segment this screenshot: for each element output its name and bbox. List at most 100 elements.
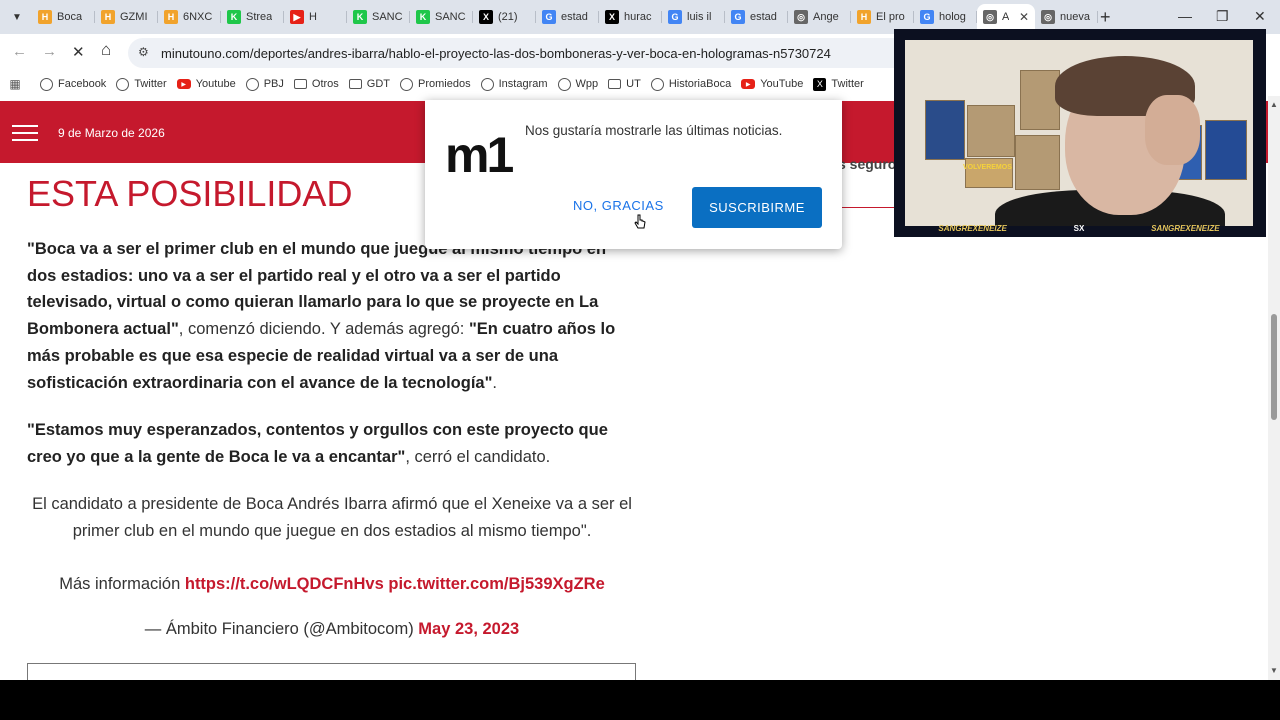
tab-title: nueva xyxy=(1060,11,1090,23)
address-bar[interactable]: ⚙ minutouno.com/deportes/andres-ibarra/h… xyxy=(128,38,1028,68)
tab-favicon-icon: G xyxy=(668,10,682,24)
browser-tab[interactable]: Gluis il xyxy=(662,4,725,30)
bookmark-item[interactable]: Facebook xyxy=(40,77,107,91)
browser-tab[interactable]: Gestad xyxy=(536,4,599,30)
browser-tab[interactable]: H El pro xyxy=(851,4,914,30)
tab-favicon-icon: X xyxy=(479,10,493,24)
x-logo-icon: X xyxy=(813,77,827,91)
tiktok-handle: SANGREXENEIZE xyxy=(1151,223,1220,233)
browser-tab[interactable]: X (21) xyxy=(473,4,536,30)
globe-icon xyxy=(116,77,130,91)
tab-favicon-icon: H xyxy=(857,10,871,24)
tab-title: H xyxy=(309,11,317,23)
bookmark-item[interactable]: HistoriaBoca xyxy=(650,77,732,91)
decline-notifications-button[interactable]: NO, GRACIAS xyxy=(573,198,664,213)
tweet-link-tco[interactable]: https://t.co/wLQDCFnHvs xyxy=(185,575,384,593)
forward-button[interactable]: → xyxy=(42,43,57,60)
browser-tab[interactable]: ◎ A ✕ xyxy=(977,4,1035,30)
tab-favicon-icon: G xyxy=(731,10,745,24)
webcam-caption-bar: SANGREXENEIZE SX SANGREXENEIZE xyxy=(905,221,1253,235)
youtube-icon: ▶ xyxy=(176,79,191,89)
browser-tab[interactable]: H Boca xyxy=(32,4,95,30)
browser-tab[interactable]: H GZMI xyxy=(95,4,158,30)
tab-favicon-icon: ◎ xyxy=(983,10,997,24)
stop-loading-button[interactable]: ✕ xyxy=(72,43,85,61)
bookmark-item[interactable]: UT xyxy=(608,78,641,90)
bookmark-label: Twitter xyxy=(831,78,864,90)
tab-title: (21) xyxy=(498,11,518,23)
globe-icon xyxy=(480,77,494,91)
bookmark-label: Instagram xyxy=(498,78,548,90)
window-close-button[interactable]: ✕ xyxy=(1254,8,1266,25)
page-scrollbar[interactable]: ▲ ▼ xyxy=(1268,96,1280,680)
site-info-icon[interactable]: ⚙ xyxy=(138,45,149,59)
minutouno-logo-text: m1 xyxy=(445,128,513,180)
new-tab-button[interactable]: + xyxy=(1100,7,1111,28)
browser-tab[interactable]: ◎ Ange xyxy=(788,4,851,30)
bookmark-label: Facebook xyxy=(58,78,107,90)
browser-tab[interactable]: K SANC xyxy=(347,4,410,30)
browser-tab[interactable]: K Strea xyxy=(221,4,284,30)
browser-tab[interactable]: H 6NXC xyxy=(158,4,221,30)
bookmark-item[interactable]: Instagram xyxy=(480,77,548,91)
browser-tab[interactable]: Gholog xyxy=(914,4,977,30)
restore-button[interactable]: ❐ xyxy=(1216,8,1229,25)
globe-icon xyxy=(557,77,571,91)
bookmark-item[interactable]: Twitter xyxy=(116,77,167,91)
tab-close-icon[interactable]: ✕ xyxy=(1019,10,1029,24)
poster-text: VOLVEREMOS xyxy=(963,164,1012,171)
tab-favicon-icon: K xyxy=(227,10,241,24)
sidebar-headline-snippet[interactable]: s seguro xyxy=(838,156,896,172)
bookmark-item[interactable]: GDT xyxy=(348,78,390,90)
globe-icon xyxy=(400,77,414,91)
minimize-button[interactable]: — xyxy=(1178,8,1192,24)
browser-tab[interactable]: K SANC xyxy=(410,4,473,30)
bookmark-item[interactable]: Promiedos xyxy=(400,77,471,91)
tab-title: A xyxy=(1002,11,1010,23)
subscribe-button[interactable]: SUSCRIBIRME xyxy=(692,187,822,228)
folder-icon xyxy=(348,79,362,89)
url-text[interactable]: minutouno.com/deportes/andres-ibarra/hab… xyxy=(161,46,831,61)
bookmark-item[interactable]: ▶ Youtube xyxy=(176,78,236,90)
tweet-more-info: Más información https://t.co/wLQDCFnHvs … xyxy=(27,571,637,598)
back-button[interactable]: ← xyxy=(12,43,27,60)
bookmark-item[interactable]: Wpp xyxy=(557,77,598,91)
menu-hamburger-icon[interactable] xyxy=(12,125,38,141)
browser-tab[interactable]: ◎ nueva xyxy=(1035,4,1098,30)
scroll-down-arrow-icon[interactable]: ▼ xyxy=(1270,666,1278,675)
tweet-more-label: Más información xyxy=(59,575,185,593)
scroll-thumb[interactable] xyxy=(1271,314,1277,420)
webcam-video: VOLVEREMOS xyxy=(905,40,1253,226)
tab-title: luis il xyxy=(687,11,712,23)
bookmark-item[interactable]: ▶ YouTube xyxy=(741,78,803,90)
browser-tab[interactable]: Xhurac xyxy=(599,4,662,30)
bookmark-label: PBJ xyxy=(263,78,284,90)
popup-message: Nos gustaría mostrarle las últimas notic… xyxy=(525,123,783,138)
tab-title: GZMI xyxy=(120,11,148,23)
browser-tab[interactable]: ▶ H xyxy=(284,4,347,30)
scroll-up-arrow-icon[interactable]: ▲ xyxy=(1270,100,1278,109)
globe-icon xyxy=(245,77,259,91)
twitter-handle: SANGREXENEIZE xyxy=(938,223,1007,233)
browser-tab[interactable]: Gestad xyxy=(725,4,788,30)
bookmark-label: Otros xyxy=(311,78,339,90)
tweet-date-link[interactable]: May 23, 2023 xyxy=(418,620,519,638)
youtube-icon: ▶ xyxy=(741,79,756,89)
tab-title: holog xyxy=(939,11,966,23)
channel-logo: SX xyxy=(1073,223,1085,233)
home-button[interactable]: ⌂ xyxy=(101,40,111,60)
minutouno-logo: m1 xyxy=(445,128,515,180)
bookmark-label: YouTube xyxy=(760,78,804,90)
bookmark-label: HistoriaBoca xyxy=(668,78,732,90)
tab-search-dropdown[interactable]: ▼ xyxy=(6,6,28,28)
tweet-link-pic[interactable]: pic.twitter.com/Bj539XgZRe xyxy=(388,575,604,593)
tab-title: SANC xyxy=(372,11,403,23)
apps-grid-icon[interactable]: ▦ xyxy=(0,77,30,91)
bookmark-item[interactable]: PBJ xyxy=(245,77,284,91)
bookmark-item[interactable]: X Twitter xyxy=(813,77,864,91)
video-letterbox-bar xyxy=(0,680,1280,720)
tab-title: Strea xyxy=(246,11,273,23)
bookmark-item[interactable]: Otros xyxy=(293,78,339,90)
folder-icon xyxy=(608,79,622,89)
tab-favicon-icon: X xyxy=(605,10,619,24)
